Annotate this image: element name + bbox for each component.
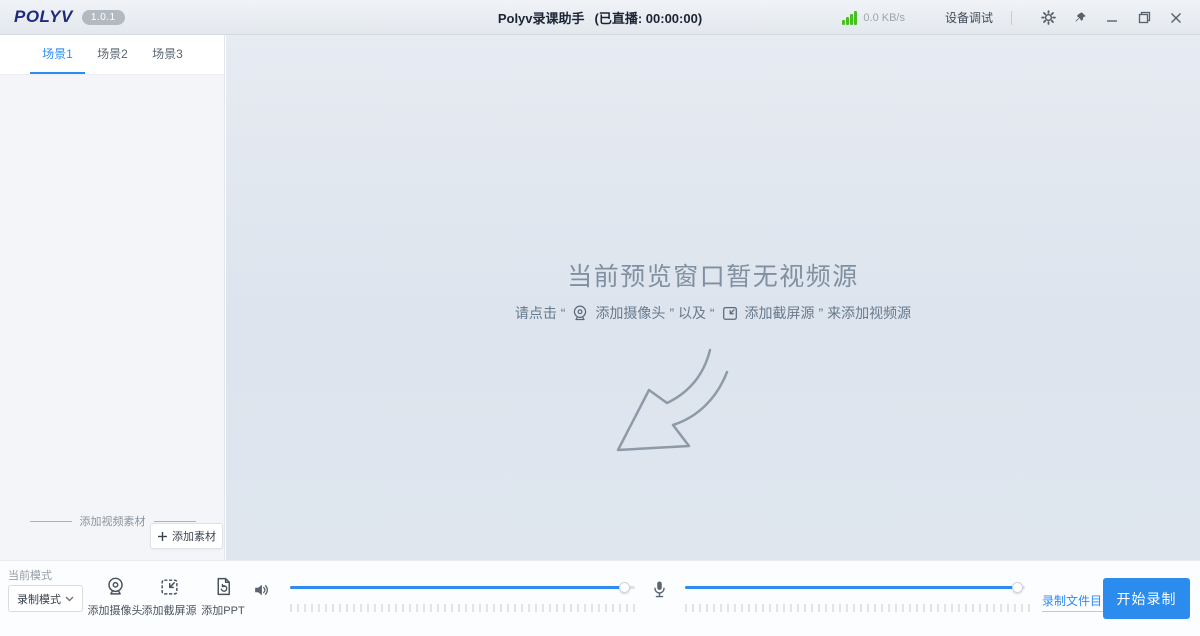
settings-gear-icon[interactable] <box>1036 6 1060 30</box>
source-buttons: 添加摄像头 添加截屏源 添加PPT <box>91 576 247 618</box>
mode-select[interactable]: 录制模式 <box>8 585 83 612</box>
network-signal-icon <box>842 11 857 25</box>
hint-screen-label: 添加截屏源 <box>745 303 815 323</box>
microphone-icon[interactable] <box>651 580 668 604</box>
hint-suffix: ” 来添加视频源 <box>819 303 912 323</box>
webcam-icon <box>105 576 126 597</box>
start-record-button[interactable]: 开始录制 <box>1103 578 1190 619</box>
add-ppt-button[interactable]: 添加PPT <box>199 576 247 618</box>
scene-sidebar: 场景1 场景2 场景3 添加视频素材 添加素材 <box>0 35 225 560</box>
mic-slider-knob[interactable] <box>1012 582 1023 593</box>
device-debug-button[interactable]: 设备调试 <box>945 9 993 26</box>
empty-preview-title: 当前预览窗口暂无视频源 <box>226 257 1200 293</box>
mic-level-meter <box>685 604 1030 612</box>
tab-scene-2[interactable]: 场景2 <box>85 35 140 74</box>
control-bar: 当前模式 录制模式 添加摄像头 添加截屏源 <box>0 560 1200 636</box>
hint-middle: ” 以及 “ <box>669 303 714 323</box>
add-material-label: 添加素材 <box>172 528 216 544</box>
empty-preview-hint: 请点击 “ 添加摄像头 ” 以及 “ 添加截屏源 ” 来添加视频源 <box>226 303 1200 323</box>
close-button[interactable] <box>1164 6 1188 30</box>
add-material-button[interactable]: 添加素材 <box>150 523 223 549</box>
scene-tab-bar: 场景1 场景2 场景3 <box>0 35 224 75</box>
add-camera-button[interactable]: 添加摄像头 <box>91 576 139 618</box>
mode-select-value: 录制模式 <box>17 591 61 607</box>
add-screen-button[interactable]: 添加截屏源 <box>145 576 193 618</box>
maximize-button[interactable] <box>1132 6 1156 30</box>
hint-camera-label: 添加摄像头 <box>595 303 665 323</box>
tab-scene-3[interactable]: 场景3 <box>140 35 195 74</box>
mic-volume-slider[interactable] <box>685 582 1025 593</box>
hint-prefix: 请点击 “ <box>515 303 566 323</box>
divider <box>1011 11 1012 25</box>
pin-icon[interactable] <box>1068 6 1092 30</box>
add-screen-label: 添加截屏源 <box>142 602 197 618</box>
speaker-level-meter <box>290 604 640 612</box>
hand-drawn-arrow <box>604 348 754 458</box>
webcam-icon <box>571 304 589 322</box>
current-mode-label: 当前模式 <box>8 567 52 583</box>
speaker-icon[interactable] <box>252 581 270 604</box>
network-speed: 0.0 KB/s <box>863 12 905 24</box>
add-ppt-label: 添加PPT <box>201 602 244 618</box>
polyv-recorder-window: POLYV 1.0.1 Polyv录课助手 (已直播: 00:00:00) 0.… <box>0 0 1200 636</box>
minimize-button[interactable] <box>1100 6 1124 30</box>
chevron-down-icon <box>65 596 74 602</box>
screen-capture-icon <box>721 304 739 322</box>
polyv-logo: POLYV <box>14 7 73 27</box>
speaker-slider-knob[interactable] <box>619 582 630 593</box>
tab-scene-1[interactable]: 场景1 <box>30 35 85 74</box>
live-duration: (已直播: 00:00:00) <box>595 8 703 27</box>
add-material-divider-label: 添加视频素材 <box>80 513 146 529</box>
preview-area: 当前预览窗口暂无视频源 请点击 “ 添加摄像头 ” 以及 “ 添加截屏源 ” 来… <box>226 35 1200 560</box>
title-bar: POLYV 1.0.1 Polyv录课助手 (已直播: 00:00:00) 0.… <box>0 0 1200 35</box>
plus-icon <box>157 531 168 542</box>
speaker-volume-slider[interactable] <box>290 582 635 593</box>
add-camera-label: 添加摄像头 <box>88 602 143 618</box>
ppt-icon <box>213 576 234 597</box>
version-badge: 1.0.1 <box>82 10 125 25</box>
title-bar-right: 0.0 KB/s 设备调试 <box>842 0 1188 35</box>
window-title: Polyv录课助手 <box>498 8 585 27</box>
screen-capture-icon <box>159 576 180 597</box>
